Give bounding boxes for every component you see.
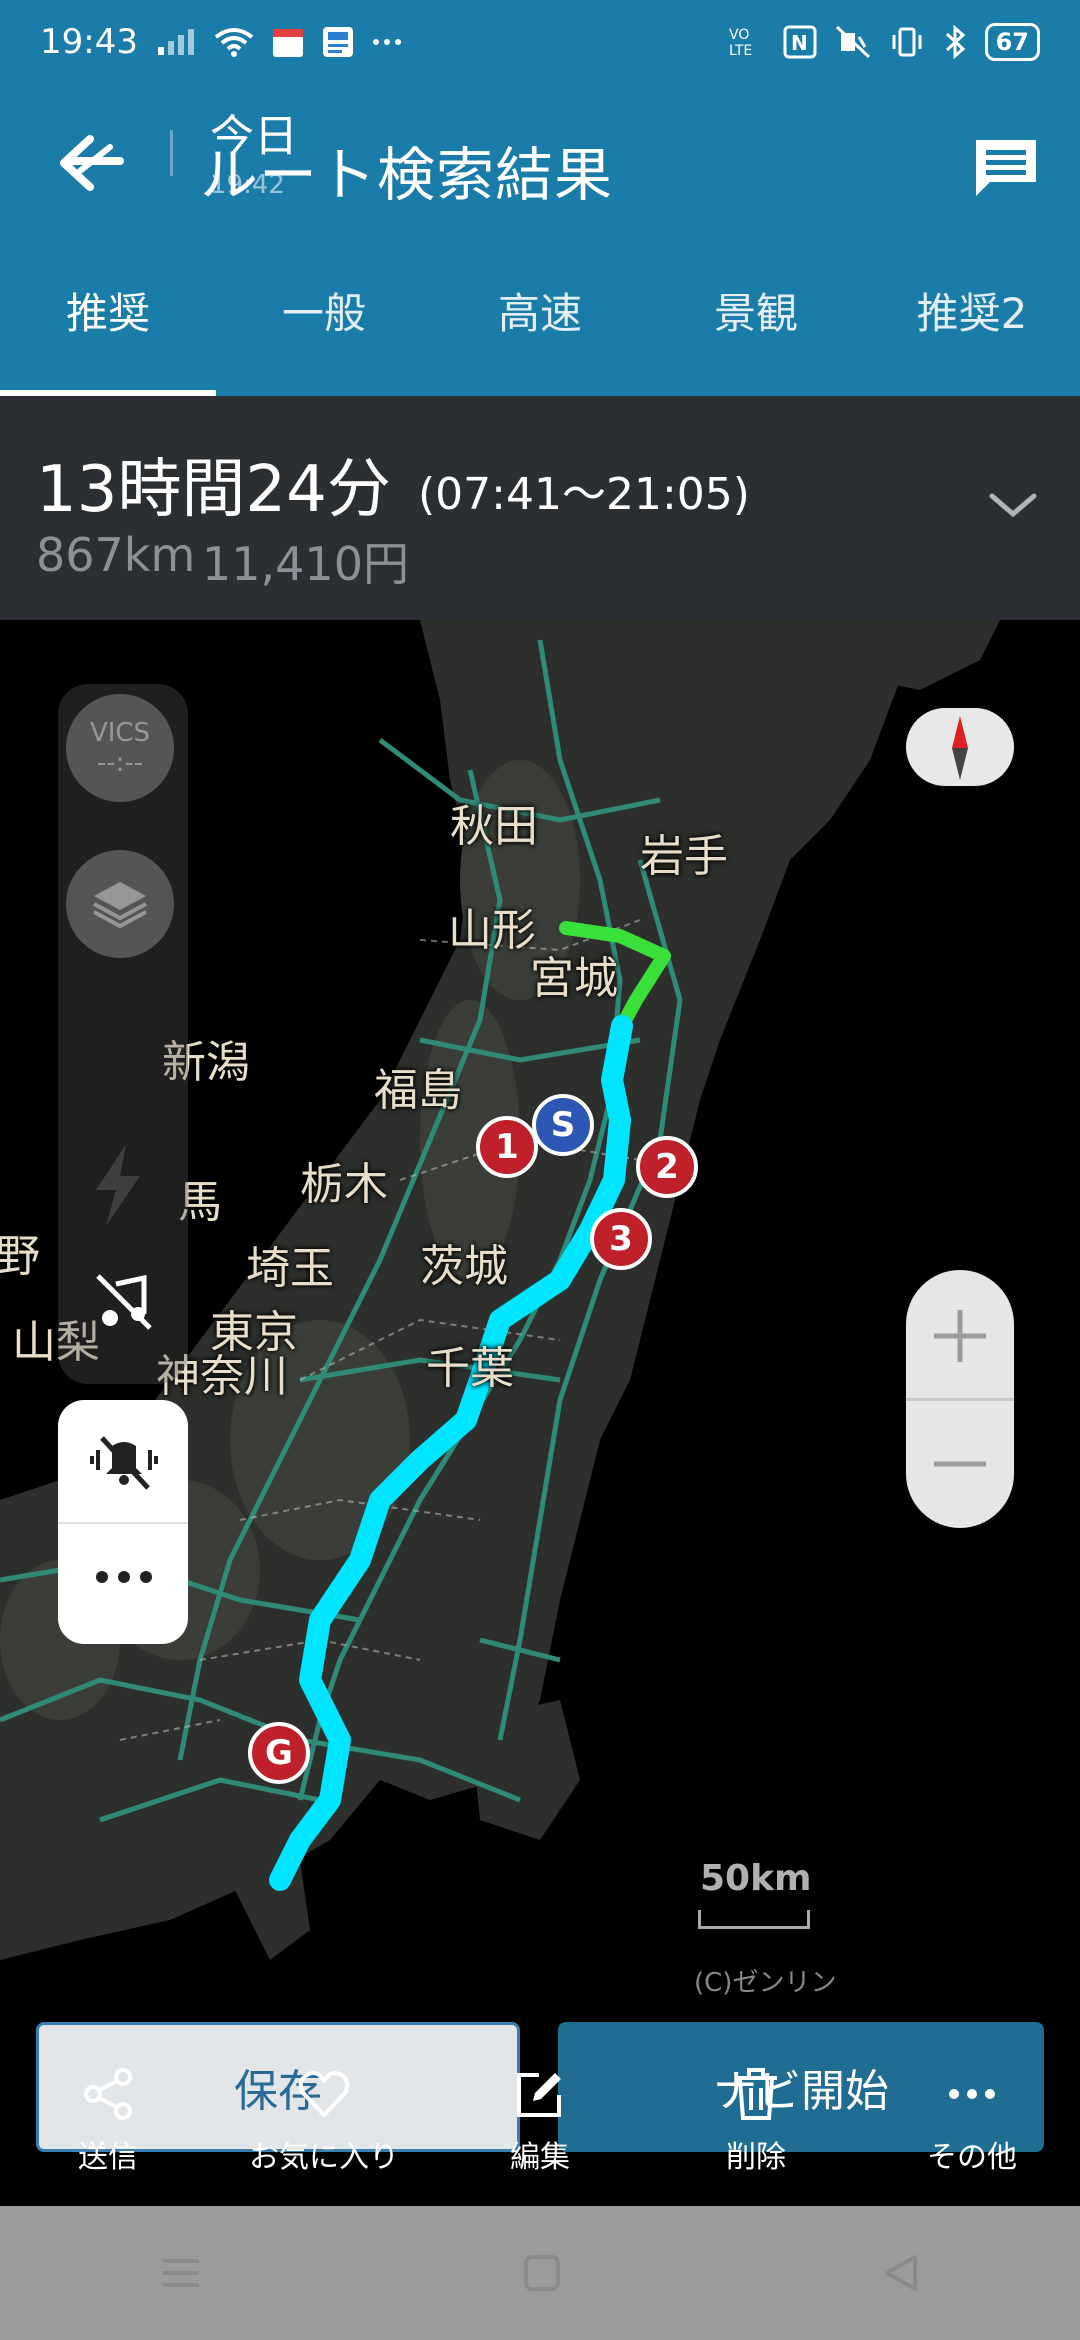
volte-icon: VO LTE [729, 25, 765, 59]
more-options-label: その他 [927, 2140, 1017, 2175]
land-boso [470, 1700, 580, 1840]
route-toll: 11,410円 [202, 537, 409, 591]
vics-label: VICS [89, 718, 151, 748]
waypoint-marker-1[interactable]: 1 [476, 1116, 538, 1178]
more-options-button[interactable]: その他 [864, 2052, 1080, 2202]
favorite-button[interactable]: お気に入り [216, 2052, 432, 2202]
status-bar: 19:43 VO LTE N 67 [0, 0, 1080, 84]
compass-button[interactable] [906, 708, 1014, 786]
home-icon[interactable] [522, 2253, 562, 2293]
more-icon [372, 37, 402, 47]
page-title: ルート検索結果 [200, 141, 614, 209]
more-icon[interactable] [94, 1570, 154, 1584]
delete-button[interactable]: 削除 [648, 2052, 864, 2202]
zoom-control [906, 1270, 1014, 1528]
vics-button[interactable]: VICS --:-- [66, 694, 174, 802]
edit-icon [517, 2073, 561, 2117]
more-icon [949, 2089, 995, 2099]
zoom-in-icon[interactable] [930, 1306, 990, 1366]
share-label: 送信 [78, 2140, 138, 2175]
status-time: 19:43 [40, 22, 138, 62]
status-right: VO LTE N 67 [729, 23, 1040, 61]
map-copyright: (C)ゼンリン [694, 1968, 837, 1998]
status-left: 19:43 [40, 22, 402, 62]
news-icon [322, 26, 354, 58]
svg-text:N: N [791, 31, 808, 55]
back-icon[interactable] [881, 2253, 921, 2293]
vics-value: --:-- [96, 748, 144, 778]
map-view[interactable]: 秋田 岩手 山形 宮城 新潟 福島 栃木 馬 茨城 埼玉 野 東京 千葉 山梨 … [0, 620, 1080, 2206]
pref-miyagi: 宮城 [530, 953, 618, 1004]
waypoint-marker-2[interactable]: 2 [636, 1136, 698, 1198]
heart-icon [298, 2071, 350, 2117]
svg-text:LTE: LTE [729, 43, 752, 59]
route-timespan: (07:41〜21:05) [418, 469, 750, 520]
system-nav-bar [0, 2206, 1080, 2340]
pref-iwate: 岩手 [640, 831, 728, 882]
lightning-icon[interactable] [82, 1140, 152, 1230]
route-summary[interactable]: 13時間24分 (07:41〜21:05) 867km 11,410円 [0, 396, 1080, 620]
scale-label: 50km [700, 1858, 812, 1899]
message-icon[interactable] [972, 136, 1040, 200]
pref-akita: 秋田 [450, 801, 538, 852]
chevron-down-icon[interactable] [986, 486, 1040, 526]
compass-icon [952, 716, 968, 780]
delete-label: 削除 [726, 2140, 786, 2175]
pref-fukushima: 福島 [374, 1065, 462, 1116]
tab-scenic[interactable]: 景観 [648, 224, 864, 396]
signal-icon [156, 27, 196, 57]
edit-button[interactable]: 編集 [432, 2052, 648, 2202]
tab-highway[interactable]: 高速 [432, 224, 648, 396]
favorite-label: お気に入り [249, 2140, 399, 2175]
zoom-divider [906, 1398, 1014, 1401]
back-arrow-icon[interactable] [50, 119, 140, 209]
vibrate-icon [889, 25, 925, 59]
pref-chiba: 千葉 [426, 1343, 514, 1394]
svg-text:VO: VO [729, 27, 749, 43]
vibrate-off-icon [835, 25, 871, 59]
nfc-icon: N [783, 25, 817, 59]
scale-bar [698, 1910, 810, 1929]
tab-recommended[interactable]: 推奨 [0, 224, 216, 396]
pref-tochigi: 栃木 [300, 1159, 388, 1210]
tab-general[interactable]: 一般 [216, 224, 432, 396]
pref-ibaraki: 茨城 [420, 1241, 508, 1292]
route-tabs: 推奨 一般 高速 景観 推奨2 [0, 224, 1080, 396]
pref-nagano: 野 [0, 1231, 40, 1282]
calendar-icon [272, 26, 304, 58]
start-marker[interactable]: S [532, 1094, 594, 1156]
goal-marker[interactable]: G [248, 1722, 310, 1784]
pref-yamagata: 山形 [448, 905, 536, 956]
app-header: 今日 19:42 ルート検索結果 [0, 84, 1080, 224]
recent-apps-icon[interactable] [159, 2255, 203, 2291]
share-icon [84, 2068, 132, 2120]
pref-saitama: 埼玉 [246, 1243, 334, 1294]
battery-icon: 67 [984, 23, 1040, 61]
zoom-out-icon[interactable] [930, 1434, 990, 1494]
waypoint-marker-3[interactable]: 3 [590, 1208, 652, 1270]
quick-panel-divider [58, 1522, 188, 1524]
battery-level: 67 [995, 28, 1029, 56]
tab-recommended-2[interactable]: 推奨2 [864, 224, 1080, 396]
bluetooth-icon [943, 25, 967, 59]
music-off-icon[interactable] [92, 1270, 156, 1334]
share-button[interactable]: 送信 [0, 2052, 216, 2202]
quick-panel [58, 1400, 188, 1644]
layers-icon [93, 882, 147, 929]
header-divider [170, 130, 173, 176]
edit-label: 編集 [510, 2140, 570, 2175]
bottom-action-bar: 送信 お気に入り 編集 削除 その他 [0, 2052, 1080, 2202]
trash-icon [735, 2068, 777, 2120]
layers-button[interactable] [66, 850, 174, 958]
route-duration: 13時間24分 [36, 453, 391, 527]
route-distance: 867km [36, 528, 196, 582]
vibrate-off-icon[interactable] [88, 1432, 160, 1492]
wifi-icon [214, 27, 254, 57]
